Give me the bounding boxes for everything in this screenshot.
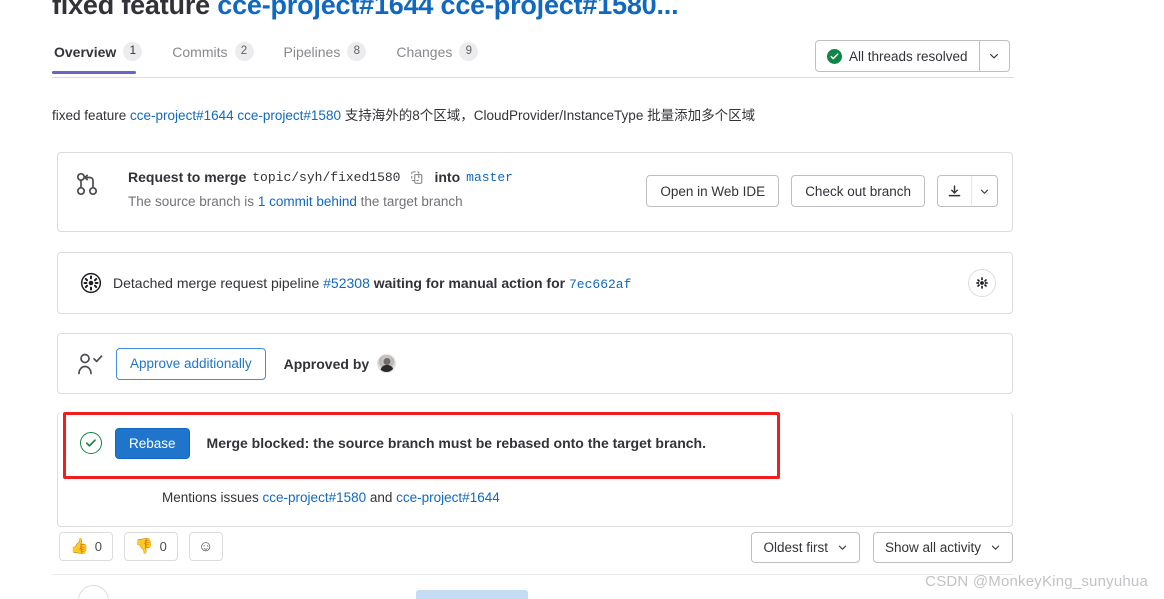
page-title: fixed feature cce-project#1644 cce-proje… — [52, 0, 679, 21]
tab-pipelines-label: Pipelines — [283, 43, 341, 60]
page-title-separator — [433, 0, 440, 20]
tab-pipelines-count: 8 — [347, 42, 367, 61]
merge-blocked-message: Merge blocked: the source branch must be… — [206, 435, 706, 451]
download-split-button[interactable] — [937, 175, 998, 207]
activity-filter-label: Show all activity — [884, 540, 981, 555]
download-icon[interactable] — [938, 176, 971, 206]
source-branch-name[interactable]: topic/syh/fixed1580 — [252, 170, 400, 185]
approved-by-group: Approved by — [284, 354, 397, 373]
mentions-issue-1644-link[interactable]: cce-project#1644 — [396, 490, 500, 505]
tab-overview-count: 1 — [123, 42, 143, 61]
chevron-down-icon — [990, 53, 999, 59]
gear-icon — [976, 277, 988, 289]
tab-changes[interactable]: Changes 9 — [394, 40, 488, 73]
tab-commits-label: Commits — [172, 43, 228, 60]
thumbs-down-button[interactable]: 👎 0 — [123, 532, 178, 561]
comment-form-avatar — [78, 585, 109, 599]
download-dropdown-caret[interactable] — [971, 176, 997, 206]
merge-widget-actions: Open in Web IDE Check out branch — [646, 175, 998, 207]
add-reaction-button[interactable]: ☺ — [188, 532, 223, 561]
threads-resolved-button[interactable]: All threads resolved — [816, 41, 979, 71]
open-in-web-ide-button[interactable]: Open in Web IDE — [646, 175, 780, 207]
description-ref-1580[interactable]: cce-project#1580 — [237, 108, 341, 123]
mentions-and: and — [366, 490, 397, 505]
chevron-down-icon — [838, 545, 847, 550]
tab-pipelines[interactable]: Pipelines 8 — [282, 40, 377, 73]
check-out-branch-button[interactable]: Check out branch — [791, 175, 925, 207]
thumbs-up-icon: 👍 — [70, 538, 89, 555]
comment-form-button-stub[interactable] — [416, 590, 528, 599]
pipeline-status-text: Detached merge request pipeline #52308 w… — [113, 275, 631, 292]
description-prefix: fixed feature — [52, 108, 131, 123]
threads-resolved-control[interactable]: All threads resolved — [815, 40, 1010, 72]
thumbs-up-count: 0 — [94, 539, 102, 554]
into-label: into — [434, 169, 461, 185]
watermark: CSDN @MonkeyKing_sunyuhua — [925, 573, 1148, 590]
mentions-prefix: Mentions issues — [162, 490, 263, 505]
tab-overview[interactable]: Overview 1 — [52, 40, 152, 74]
pipeline-manual-action-button[interactable] — [968, 269, 996, 297]
chevron-down-icon — [991, 545, 1000, 550]
activity-filter-select[interactable]: Show all activity — [872, 532, 1013, 563]
tab-commits-count: 2 — [234, 42, 254, 61]
sort-order-select[interactable]: Oldest first — [751, 532, 860, 563]
threads-resolved-dropdown[interactable] — [978, 41, 1009, 71]
pipeline-gear-icon — [80, 272, 102, 294]
approvals-widget: Approve additionally Approved by — [57, 333, 1013, 394]
merge-request-widget: Request to merge topic/syh/fixed1580 int… — [57, 152, 1013, 232]
section-divider — [52, 574, 1014, 575]
smiley-icon: ☺ — [198, 538, 214, 555]
commit-sha-link[interactable]: 7ec662af — [569, 277, 631, 292]
chevron-down-icon — [980, 189, 989, 194]
thumbs-up-button[interactable]: 👍 0 — [59, 532, 113, 561]
page-title-ref-1580[interactable]: cce-project#1580... — [441, 0, 679, 20]
rebase-row: Rebase Merge blocked: the source branch … — [58, 412, 1012, 474]
tab-overview-label: Overview — [54, 43, 117, 60]
threads-resolved-label: All threads resolved — [849, 48, 968, 64]
description-ref-1644[interactable]: cce-project#1644 — [130, 108, 234, 123]
copy-icon[interactable] — [406, 167, 428, 187]
merge-heading-label: Request to merge — [128, 169, 247, 185]
mentions-issues-text: Mentions issues cce-project#1580 and cce… — [162, 490, 500, 505]
tab-changes-count: 9 — [459, 42, 479, 61]
tab-commits[interactable]: Commits 2 — [170, 40, 263, 73]
pipeline-prefix: Detached merge request pipeline — [113, 274, 324, 291]
pipeline-widget: Detached merge request pipeline #52308 w… — [57, 252, 1013, 314]
merge-request-page: fixed feature cce-project#1644 cce-proje… — [0, 0, 1164, 599]
target-branch-name[interactable]: master — [466, 170, 513, 185]
branch-merge-icon — [76, 171, 98, 197]
branch-status-suffix: the target branch — [356, 194, 463, 209]
merge-blocked-widget: Rebase Merge blocked: the source branch … — [57, 412, 1013, 527]
branch-status-prefix: The source branch is — [128, 194, 258, 209]
avatar[interactable] — [377, 354, 397, 373]
pipeline-id-link[interactable]: #52308 — [323, 275, 370, 291]
sort-order-label: Oldest first — [763, 540, 828, 555]
check-circle-outline-icon — [80, 432, 102, 454]
approved-by-label: Approved by — [283, 355, 370, 372]
thumbs-down-count: 0 — [159, 539, 167, 554]
activity-controls: Oldest first Show all activity — [751, 532, 1013, 563]
tab-changes-label: Changes — [396, 43, 453, 60]
mentions-issue-1580-link[interactable]: cce-project#1580 — [263, 490, 367, 505]
award-emoji-bar: 👍 0 👎 0 ☺ — [59, 532, 223, 561]
approval-user-check-icon — [76, 352, 104, 376]
approve-additionally-button[interactable]: Approve additionally — [116, 347, 266, 380]
check-circle-icon — [827, 48, 842, 64]
commits-behind-link[interactable]: 1 commit behind — [258, 194, 357, 209]
description-suffix: 支持海外的8个区域，CloudProvider/InstanceType 批量添… — [340, 108, 756, 123]
page-title-ref-1644[interactable]: cce-project#1644 — [217, 0, 433, 20]
thumbs-down-icon: 👎 — [134, 538, 154, 555]
pipeline-middle: waiting for manual action for — [369, 274, 569, 291]
page-title-prefix: fixed feature — [52, 0, 218, 20]
mr-description-line: fixed feature cce-project#1644 cce-proje… — [52, 104, 755, 124]
rebase-button[interactable]: Rebase — [115, 427, 190, 459]
